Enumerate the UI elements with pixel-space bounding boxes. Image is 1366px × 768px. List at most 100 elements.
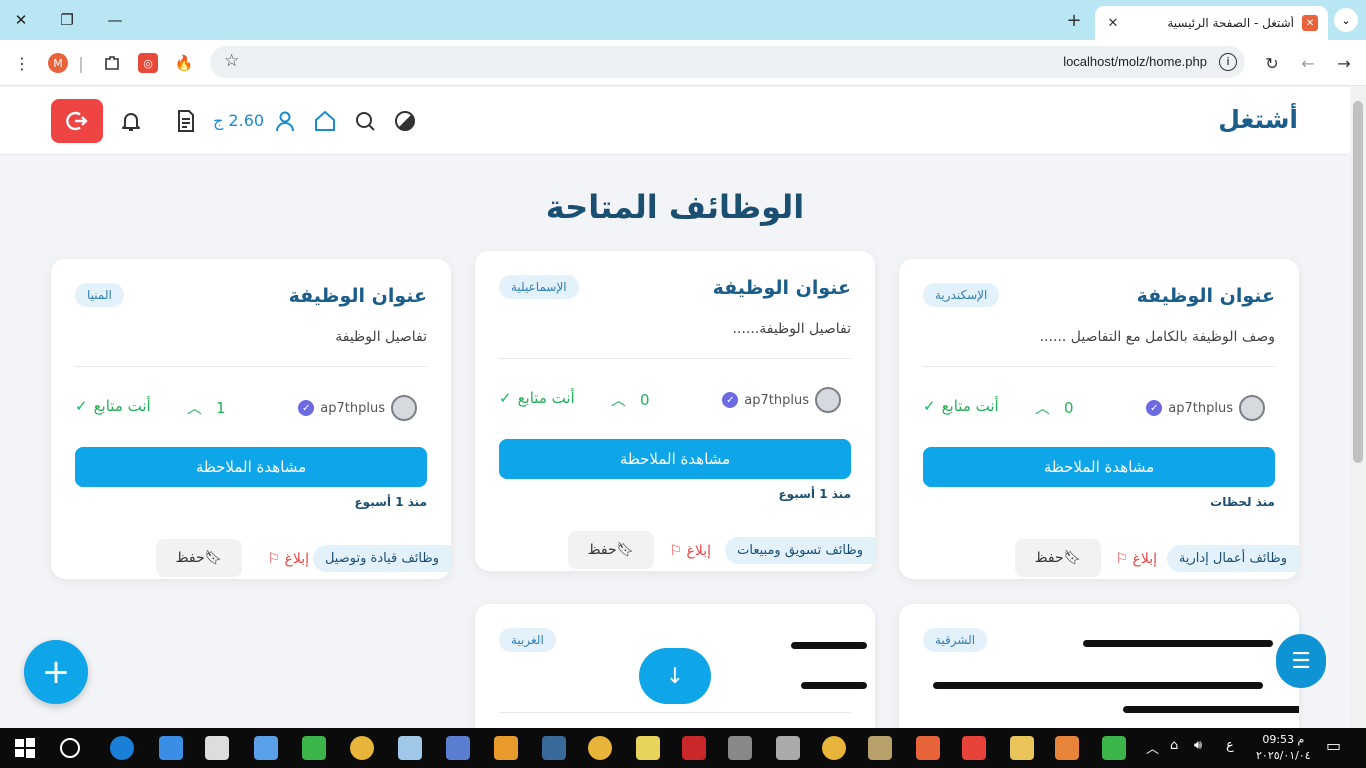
sublime-text-icon[interactable]: [494, 736, 518, 760]
bookmark-icon: 🔖︎: [1063, 550, 1082, 566]
extension-fire-icon[interactable]: 🔥: [174, 53, 194, 73]
view-note-button[interactable]: مشاهدة الملاحظة: [499, 439, 851, 479]
windows-start-icon[interactable]: [13, 736, 37, 760]
report-button[interactable]: إبلاغ ⚐: [267, 551, 309, 567]
posted-time: منذ 1 أسبوع: [354, 495, 427, 509]
browser-tab[interactable]: ✕ أشتغل - الصفحة الرئيسية ✕: [1095, 6, 1328, 40]
volume-icon[interactable]: 🔊︎: [1194, 738, 1202, 753]
extensions-icon[interactable]: [100, 51, 124, 75]
input-language[interactable]: ع: [1226, 738, 1234, 753]
network-app-icon[interactable]: [446, 736, 470, 760]
forward-icon[interactable]: ←: [1296, 51, 1320, 75]
notes-app-icon[interactable]: [398, 736, 422, 760]
profile-icon[interactable]: M: [48, 53, 68, 73]
plus-icon: +: [41, 652, 71, 692]
vote-group: 1 ︿: [187, 397, 226, 418]
edge-browser-icon[interactable]: [110, 736, 134, 760]
camtasia-icon[interactable]: [302, 736, 326, 760]
window-close-icon[interactable]: ✕: [6, 6, 36, 34]
page-scrollbar[interactable]: [1350, 87, 1366, 728]
verified-badge-icon: ✓: [1146, 400, 1163, 416]
save-button[interactable]: 🔖︎ حفظ: [156, 539, 242, 577]
taskbar-clock[interactable]: 09:53 م ٢٠٢٥/٠١/٠٤: [1256, 732, 1311, 764]
job-title[interactable]: عنوان الوظيفة: [713, 277, 851, 299]
job-title[interactable]: عنوان الوظيفة: [289, 285, 427, 307]
tab-close-icon[interactable]: ✕: [1105, 16, 1121, 31]
author-name: ap7thplus: [1168, 400, 1233, 416]
notifications-bell-icon[interactable]: [119, 109, 143, 133]
file-explorer-icon[interactable]: [159, 736, 183, 760]
scrollbar-thumb[interactable]: [1353, 101, 1363, 463]
window-minimize-icon[interactable]: —: [100, 6, 130, 34]
extension-record-icon[interactable]: ◎: [138, 53, 158, 73]
media-player-icon[interactable]: [1055, 736, 1079, 760]
save-button[interactable]: 🔖︎ حفظ: [568, 531, 654, 569]
upvote-icon[interactable]: ︿: [611, 389, 626, 410]
back-icon[interactable]: →: [1332, 51, 1356, 75]
view-note-button[interactable]: مشاهدة الملاحظة: [75, 447, 427, 487]
add-job-button[interactable]: +: [24, 640, 88, 704]
network-icon[interactable]: ⌂: [1170, 738, 1178, 753]
job-title[interactable]: عنوان الوظيفة: [1137, 285, 1275, 307]
save-button[interactable]: 🔖︎ حفظ: [1015, 539, 1101, 577]
city-badge: الشرقية: [923, 628, 988, 652]
job-author[interactable]: ap7thplus ✓: [298, 395, 417, 421]
camtasia-recorder-icon[interactable]: [1102, 736, 1126, 760]
paint-app-icon[interactable]: [542, 736, 566, 760]
report-button[interactable]: إبلاغ ⚐: [1115, 551, 1157, 567]
job-author[interactable]: ap7thplus ✓: [722, 387, 841, 413]
new-tab-button[interactable]: +: [1062, 8, 1086, 32]
logout-button[interactable]: [51, 99, 103, 143]
wallet-balance[interactable]: 2.60 ج: [213, 111, 264, 130]
vote-group: 0 ︿: [1035, 397, 1074, 418]
unity-icon[interactable]: [728, 736, 752, 760]
search-circle-icon[interactable]: [60, 738, 80, 758]
magic-wand-icon[interactable]: [636, 736, 660, 760]
upvote-icon[interactable]: ︿: [1035, 397, 1050, 418]
follow-status[interactable]: أنت متابع ✓: [75, 397, 151, 415]
menu-button[interactable]: ☰: [1276, 634, 1326, 688]
theme-toggle-icon[interactable]: [393, 109, 417, 133]
home-icon[interactable]: [313, 109, 337, 133]
unity-hub-icon[interactable]: [776, 736, 800, 760]
chrome-icon[interactable]: [350, 736, 374, 760]
bookmark-star-icon[interactable]: ☆: [224, 51, 239, 71]
tray-chevron-icon[interactable]: ︿: [1146, 738, 1159, 757]
job-card: عنوان الوظيفة الإسكندرية وصف الوظيفة بال…: [899, 259, 1299, 579]
chrome-active-icon[interactable]: [822, 736, 846, 760]
user-icon[interactable]: [273, 109, 297, 133]
tab-search-icon[interactable]: ⌄: [1334, 8, 1358, 32]
folder-icon[interactable]: [1010, 736, 1034, 760]
p-app-icon[interactable]: [962, 736, 986, 760]
filezilla-icon[interactable]: [682, 736, 706, 760]
site-info-icon[interactable]: i: [1219, 53, 1237, 71]
upvote-icon[interactable]: ︿: [187, 397, 202, 418]
calculator-icon[interactable]: [205, 736, 229, 760]
scroll-down-button[interactable]: ↓: [639, 648, 711, 704]
media-app-icon[interactable]: [254, 736, 278, 760]
notifications-icon[interactable]: ▭: [1326, 736, 1341, 755]
category-tag[interactable]: وظائف تسويق ومبيعات: [725, 537, 875, 564]
clock-date: ٢٠٢٥/٠١/٠٤: [1256, 749, 1311, 762]
view-note-button[interactable]: مشاهدة الملاحظة: [923, 447, 1275, 487]
xampp-taskbar-icon[interactable]: [916, 736, 940, 760]
author-name: ap7thplus: [744, 392, 809, 408]
follow-status[interactable]: أنت متابع ✓: [923, 397, 999, 415]
job-description: تفاصيل الوظيفة: [335, 329, 427, 345]
category-tag[interactable]: وظائف قيادة وتوصيل: [312, 545, 451, 572]
document-icon[interactable]: [174, 109, 198, 133]
chrome-profile-icon[interactable]: [588, 736, 612, 760]
category-tag[interactable]: وظائف أعمال إدارية: [1166, 545, 1299, 572]
art-app-icon[interactable]: [868, 736, 892, 760]
bookmark-icon: 🔖︎: [616, 542, 635, 558]
address-bar[interactable]: ☆ localhost/molz/home.php i: [210, 46, 1245, 78]
search-icon[interactable]: [353, 109, 377, 133]
follow-status[interactable]: أنت متابع ✓: [499, 389, 575, 407]
site-brand[interactable]: أشتغل: [1218, 105, 1298, 134]
report-button[interactable]: إبلاغ ⚐: [669, 543, 711, 559]
reload-icon[interactable]: ↻: [1260, 51, 1284, 75]
browser-menu-icon[interactable]: ⋮: [10, 51, 34, 75]
save-label: حفظ: [175, 550, 205, 566]
job-author[interactable]: ap7thplus ✓: [1146, 395, 1265, 421]
window-restore-icon[interactable]: ❐: [52, 6, 82, 34]
